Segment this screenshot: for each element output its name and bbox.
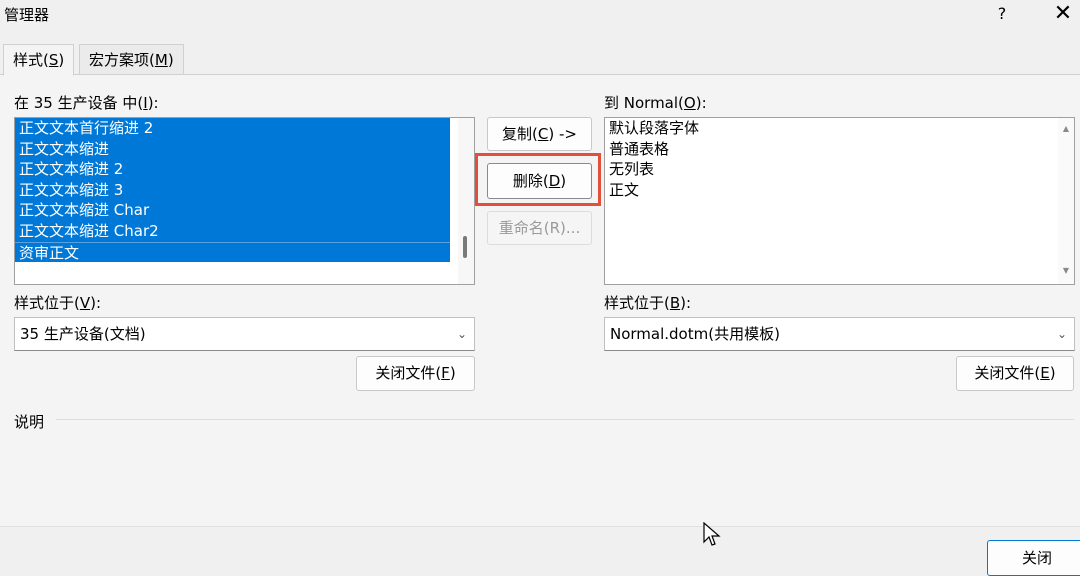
list-item[interactable]: 正文文本缩进 [15,138,450,160]
mouse-cursor-icon [703,522,721,546]
list-item-partial [15,262,450,284]
list-item[interactable]: 无列表 [605,159,1074,180]
left-location-value: 35 生产设备(文档) [20,325,146,343]
source-list-label: 在 35 生产设备 中(I): [14,94,159,112]
list-item[interactable]: 正文文本缩进 3 [15,179,450,201]
right-location-label: 样式位于(B): [604,294,692,312]
list-item[interactable]: 资审正文 [15,241,450,263]
right-location-value: Normal.dotm(共用模板) [610,325,780,343]
list-item[interactable]: 正文文本缩进 Char [15,200,450,221]
close-window-button[interactable]: ✕ [1048,0,1078,28]
left-location-label: 样式位于(V): [14,294,102,312]
title-bar [0,0,1080,30]
list-item[interactable]: 默认段落字体 [605,118,1074,139]
chevron-down-icon[interactable]: ⌄ [451,318,473,350]
chevron-down-icon[interactable]: ⌄ [1051,318,1073,350]
list-item[interactable]: 正文文本缩进 Char2 [15,220,450,242]
close-dialog-button[interactable]: 关闭 [987,540,1080,576]
right-location-dropdown[interactable]: Normal.dotm(共用模板) ⌄ [604,317,1075,351]
source-list-scrollbar[interactable] [458,118,474,284]
help-button[interactable]: ? [990,2,1014,26]
tab-macro-items[interactable]: 宏方案项(M) [79,44,184,75]
list-item[interactable]: 正文 [605,180,1074,201]
left-location-dropdown[interactable]: 35 生产设备(文档) ⌄ [14,317,475,351]
source-styles-listbox[interactable]: 正文文本首行缩进 2 正文文本缩进 正文文本缩进 2 正文文本缩进 3 正文文本… [14,117,475,285]
scroll-down-icon[interactable]: ▼ [1060,266,1072,276]
description-label: 说明 [14,413,45,431]
target-list-label: 到 Normal(O): [604,94,707,112]
delete-button[interactable]: 删除(D) [487,163,592,199]
scroll-thumb[interactable] [463,236,467,258]
left-close-file-button[interactable]: 关闭文件(F) [356,356,475,391]
tab-styles[interactable]: 样式(S) [3,44,75,76]
right-close-file-button[interactable]: 关闭文件(E) [956,356,1074,391]
target-list-scrollbar[interactable]: ▲ ▼ [1058,118,1074,284]
list-item[interactable]: 普通表格 [605,139,1074,160]
rename-button[interactable]: 重命名(R)... [487,211,592,245]
target-styles-listbox[interactable]: 默认段落字体 普通表格 无列表 正文 ▲ ▼ [604,117,1075,285]
window-title: 管理器 [4,6,50,24]
scroll-up-icon[interactable]: ▲ [1060,124,1072,134]
list-item[interactable]: 正文文本首行缩进 2 [15,118,450,139]
description-divider [56,419,1074,420]
copy-button[interactable]: 复制(C) -> [487,117,592,151]
list-item[interactable]: 正文文本缩进 2 [15,159,450,180]
dialog-footer [0,526,1080,569]
